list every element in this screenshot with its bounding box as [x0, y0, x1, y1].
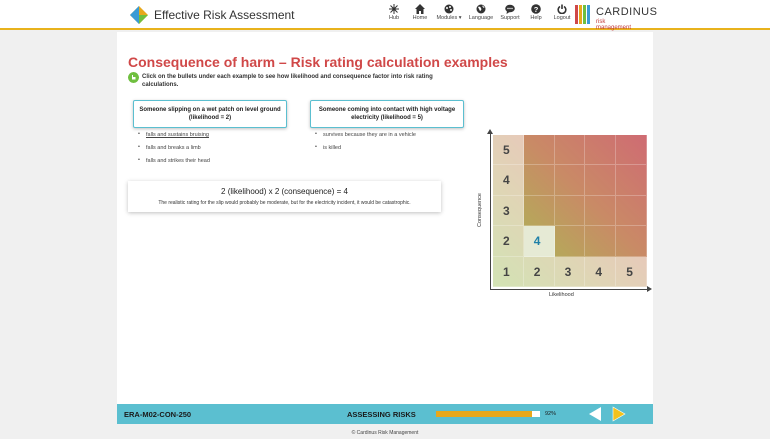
matrix-cell-2: 2 — [523, 256, 555, 287]
instructions-text: Click on the bullets under each example … — [142, 74, 433, 88]
y-axis-label: Consequence — [476, 193, 483, 227]
slip-bullet-bruising[interactable]: falls and sustains bruising — [137, 131, 210, 145]
matrix-cell — [585, 135, 617, 166]
calculation-equation: 2 (likelihood) x 2 (consequence) = 4 — [221, 187, 348, 196]
nav-logout-label: Logout — [553, 15, 571, 21]
globe-icon — [476, 4, 486, 14]
brand-bars-icon — [575, 5, 591, 24]
svg-text:?: ? — [534, 5, 539, 14]
footer-bar: ERA-M02-CON-250 ASSESSING RISKS 92% — [117, 404, 653, 424]
matrix-cell-3: 3 — [554, 256, 586, 287]
power-icon — [557, 4, 567, 14]
matrix-cell-5: 5 — [493, 135, 524, 166]
nav-modules-label: Modules ▾ — [436, 15, 462, 21]
nav-help[interactable]: ? Help — [524, 4, 548, 21]
matrix-cell-4: 4 — [585, 256, 617, 287]
nav-hub-label: Hub — [388, 15, 400, 21]
x-axis-label: Likelihood — [549, 292, 574, 298]
calculation-box: 2 (likelihood) x 2 (consequence) = 4 The… — [128, 181, 441, 212]
hub-icon — [389, 4, 399, 14]
progress-bar — [436, 411, 540, 417]
chat-icon — [505, 4, 515, 14]
nav-modules[interactable]: Modules ▾ — [434, 4, 464, 21]
matrix-cell-5: 5 — [616, 256, 647, 287]
hand-pointer-icon — [128, 72, 139, 83]
top-bar: Effective Risk Assessment Hub Home Modul… — [0, 0, 770, 31]
matrix-cell — [585, 226, 617, 257]
progress-percent: 92% — [545, 411, 557, 417]
matrix-cell — [585, 165, 617, 196]
home-icon — [415, 4, 425, 14]
section-name: ASSESSING RISKS — [347, 410, 416, 419]
risk-matrix: 5432412345 — [493, 135, 647, 287]
slip-bullet-head[interactable]: falls and strikes their head — [137, 157, 210, 171]
x-axis-arrow-icon — [647, 286, 652, 292]
app-title: Effective Risk Assessment — [154, 8, 295, 22]
progress-fill — [436, 411, 532, 417]
matrix-cell-1: 1 — [493, 256, 524, 287]
matrix-cell — [523, 195, 555, 227]
slip-bullet-limb[interactable]: falls and breaks a limb — [137, 144, 210, 158]
nav-language[interactable]: Language — [466, 4, 496, 21]
page-title: Consequence of harm – Risk rating calcul… — [128, 54, 508, 70]
top-nav: Hub Home Modules ▾ Language Support ? He… — [382, 4, 576, 21]
previous-arrow-icon[interactable] — [587, 406, 603, 422]
example-box-electricity: Someone coming into contact with high vo… — [310, 100, 464, 128]
nav-support-label: Support — [500, 15, 520, 21]
copyright-text: © Cardinus Risk Management — [351, 430, 419, 436]
content-panel: Consequence of harm – Risk rating calcul… — [117, 32, 653, 404]
example-electricity-label: Someone coming into contact with high vo… — [318, 107, 456, 121]
matrix-cell-4: 4 — [523, 226, 555, 257]
slip-bullet-list: falls and sustains bruising falls and br… — [137, 131, 210, 171]
matrix-cell — [585, 195, 617, 227]
electricity-bullet-list: survives because they are in a vehicle i… — [314, 131, 416, 158]
matrix-cell — [554, 165, 586, 196]
brand-subtitle: risk management — [596, 19, 632, 31]
electricity-bullet-killed[interactable]: is killed — [314, 144, 416, 158]
matrix-cell-2: 2 — [493, 226, 524, 257]
example-box-slip: Someone slipping on a wet patch on level… — [133, 100, 287, 128]
y-axis — [490, 132, 491, 290]
example-slip-label: Someone slipping on a wet patch on level… — [139, 107, 281, 121]
matrix-cell-3: 3 — [493, 195, 524, 227]
nav-support[interactable]: Support — [498, 4, 522, 21]
calculation-note: The realistic rating for the slip would … — [158, 200, 411, 206]
nav-language-label: Language — [468, 15, 494, 21]
matrix-cell — [616, 165, 647, 196]
matrix-cell — [554, 195, 586, 227]
help-icon: ? — [531, 4, 541, 14]
brand-name: CARDINUS — [596, 6, 658, 18]
x-axis — [490, 289, 648, 290]
next-arrow-icon[interactable] — [611, 406, 627, 422]
electricity-bullet-vehicle[interactable]: survives because they are in a vehicle — [314, 131, 416, 145]
matrix-cell — [616, 226, 647, 257]
matrix-cell — [523, 135, 555, 166]
matrix-cell — [554, 135, 586, 166]
modules-icon — [444, 4, 454, 14]
app-logo-icon — [130, 6, 148, 24]
matrix-cell — [523, 165, 555, 196]
course-code: ERA-M02-CON-250 — [124, 410, 192, 419]
nav-hub[interactable]: Hub — [382, 4, 406, 21]
matrix-cell — [616, 195, 647, 227]
matrix-cell — [554, 226, 586, 257]
matrix-cell-4: 4 — [493, 165, 524, 196]
nav-home-label: Home — [412, 15, 428, 21]
matrix-cell — [616, 135, 647, 166]
nav-home[interactable]: Home — [408, 4, 432, 21]
nav-logout[interactable]: Logout — [550, 4, 574, 21]
nav-help-label: Help — [530, 15, 542, 21]
